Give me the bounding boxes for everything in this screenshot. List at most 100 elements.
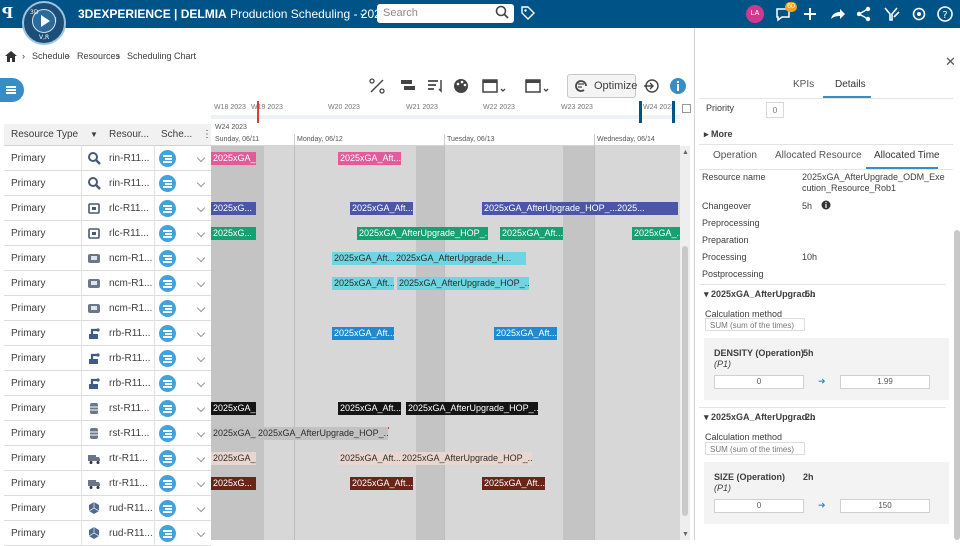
schedule-icon[interactable] [159,425,176,442]
gantt-bar[interactable]: 2025xG... [211,227,256,240]
more-toggle[interactable]: ▸ More [704,129,733,140]
gantt-bar[interactable]: 2025xGA_... [211,402,256,415]
info-icon[interactable] [668,76,688,96]
gantt-chart[interactable]: 2025xGA_... 2025xGA_Aft... 2025xG... 2025xG… [211,146,680,540]
resource-name-cell[interactable]: rtr-R11... [109,478,148,489]
schedule-icon[interactable] [159,450,176,467]
gantt-bar[interactable]: 2025xGA_... [211,152,256,165]
resource-name-cell[interactable]: rst-R11... [109,403,149,414]
avatar[interactable]: LA [746,5,764,23]
search-input[interactable]: Search [377,4,514,23]
from-value-field[interactable]: 0 [714,499,804,513]
search-icon[interactable] [495,5,509,19]
resource-name-cell[interactable]: rtr-R11... [109,453,148,464]
gantt-bar[interactable]: 2025xG... [211,477,256,490]
timeline-checkbox[interactable] [682,104,691,113]
table-row[interactable]: Primary rin-R11... [4,146,211,171]
schedule-icon[interactable] [159,475,176,492]
breadcrumb-item-resources[interactable]: Resources [77,51,120,61]
table-row[interactable]: Primary rrb-R11... [4,321,211,346]
gantt-bar[interactable]: 2025xGA_Aft... [332,277,394,290]
resource-name-cell[interactable]: ncm-R1... [109,303,152,314]
gantt-bar[interactable]: 2025xGA_AfterUpgrade_HOP_... [400,452,532,465]
gantt-bar[interactable]: 2025xGA_AfterUpgrade_HOP_... [256,427,388,440]
chevron-down-icon[interactable] [196,453,206,463]
network-icon[interactable] [855,5,873,23]
gantt-bar[interactable]: 2025xGA_Aft... [338,152,401,165]
resource-name-cell[interactable]: ncm-R1... [109,278,152,289]
chevron-down-icon[interactable] [196,378,206,388]
table-row[interactable]: Primary rtr-R11... [4,471,211,496]
subtab-allocated-time[interactable]: Allocated Time [874,150,940,161]
schedule-icon[interactable] [159,250,176,267]
layers-icon[interactable] [398,76,418,96]
chevron-down-icon[interactable] [196,528,206,538]
chevron-down-icon[interactable] [196,403,206,413]
percent-icon[interactable] [367,76,387,96]
scroll-up-icon[interactable]: ▲ [682,149,689,156]
table-row[interactable]: Primary ncm-R1... [4,246,211,271]
calendar-icon[interactable] [524,76,550,96]
settings-icon[interactable] [910,5,928,23]
schedule-icon[interactable] [159,300,176,317]
optimize-button[interactable]: Optimize [567,74,637,98]
priority-field[interactable]: 0 [766,102,784,118]
gantt-bar[interactable]: 2025xGA_Aft... [338,402,401,415]
gantt-bar[interactable]: 2025xGA_Aft... [350,202,413,215]
chevron-down-icon[interactable] [196,203,206,213]
chevron-down-icon[interactable] [196,353,206,363]
add-icon[interactable] [801,5,819,23]
table-row[interactable]: Primary ncm-R1... [4,271,211,296]
table-row[interactable]: Primary rud-R11... [4,496,211,521]
menu-button[interactable] [0,78,24,102]
gantt-bar[interactable]: 2025xGA_AfterUpgrade_HOP_... [357,227,488,240]
section-title[interactable]: ▾ 2025xGA_AfterUpgrad... [704,289,815,300]
gantt-bar[interactable]: 2025xGA_AfterUpgrade_H... [394,252,526,265]
close-icon[interactable]: ✕ [945,54,956,70]
table-row[interactable]: Primary rrb-R11... [4,371,211,396]
schedule-icon[interactable] [159,200,176,217]
resource-name-cell[interactable]: rlc-R11... [109,203,149,214]
info-icon[interactable] [821,200,831,210]
chevron-down-icon[interactable] [196,478,206,488]
chevron-down-icon[interactable] [196,228,206,238]
resource-name-cell[interactable]: rrb-R11... [109,353,151,364]
chevron-down-icon[interactable] [196,253,206,263]
scroll-down-icon[interactable]: ▼ [682,531,689,538]
tag-icon[interactable] [521,6,535,20]
gantt-bar[interactable]: 2025xG... [211,202,256,215]
table-row[interactable]: Primary rrb-R11... [4,346,211,371]
calendar-range-icon[interactable] [481,76,507,96]
chevron-down-icon[interactable] [196,503,206,513]
schedule-icon[interactable] [159,375,176,392]
sort-icon[interactable] [425,76,445,96]
resource-name-cell[interactable]: rlc-R11... [109,228,149,239]
schedule-icon[interactable] [159,275,176,292]
gantt-bar[interactable]: 2025xGA_AfterUpgrade_HOP_... [406,402,538,415]
share-icon[interactable] [828,5,846,23]
table-row[interactable]: Primary rlc-R11... [4,221,211,246]
chevron-down-icon[interactable] [196,153,206,163]
table-row[interactable]: Primary rst-R11... [4,421,211,446]
chevron-down-icon[interactable] [196,428,206,438]
chevron-down-icon[interactable] [196,178,206,188]
sign-in-icon[interactable] [641,76,661,96]
gantt-bar[interactable]: 2025xGA_Aft... [500,227,563,240]
resource-name-cell[interactable]: rud-R11... [109,528,153,539]
panel-scrollbar[interactable] [954,230,960,540]
resource-name-cell[interactable]: ncm-R1... [109,253,152,264]
resource-name-cell[interactable]: rin-R11... [109,153,149,164]
scrollbar-thumb[interactable] [682,246,688,516]
table-row[interactable]: Primary rlc-R11... [4,196,211,221]
table-row[interactable]: Primary rst-R11... [4,396,211,421]
breadcrumb-item-schedule[interactable]: Schedule [32,51,70,61]
column-header-resource-type[interactable]: Resource Type [11,129,78,140]
compass-button[interactable]: 3D i V,R [22,1,66,45]
table-row[interactable]: Primary rtr-R11... [4,446,211,471]
visible-range-handle-left[interactable] [639,101,642,123]
resource-name-cell[interactable]: rrb-R11... [109,378,151,389]
column-header-schedule[interactable]: Sche... [161,129,192,140]
to-value-field[interactable]: 1.99 [840,375,930,389]
schedule-icon[interactable] [159,150,176,167]
to-value-field[interactable]: 150 [840,499,930,513]
